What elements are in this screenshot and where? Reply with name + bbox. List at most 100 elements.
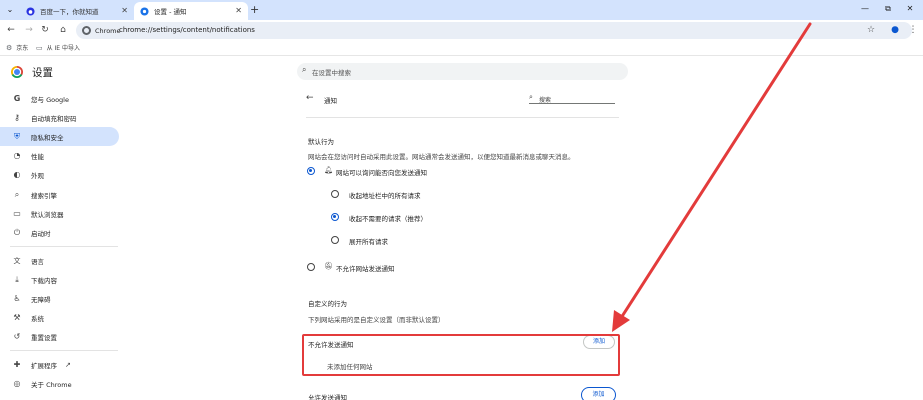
sidebar-divider	[10, 246, 118, 247]
reload-icon[interactable]: ↻	[39, 24, 51, 36]
block-notifications-radio[interactable]	[307, 263, 315, 271]
sidebar-item-label: 自动填充和密码	[31, 114, 77, 123]
subpage-title: 通知	[324, 97, 337, 105]
sidebar-item-label: 默认浏览器	[31, 210, 64, 219]
settings-gear-icon	[140, 6, 149, 16]
settings-sidebar: G 您与 Google ⚷ 自动填充和密码 ⛨ 隐私和安全 ◔ 性能 ◐ 外观 …	[0, 89, 123, 400]
custom-behavior-description: 下列网站采用的是自定义设置（而非默认设置）	[308, 316, 445, 324]
address-bar[interactable]: Chrome chrome://settings/content/notific…	[76, 22, 912, 39]
expand-all-requests-label: 展开所有请求	[349, 238, 388, 246]
tab-settings-notifications[interactable]: 设置 - 通知 ✕	[134, 2, 248, 20]
sidebar-item-downloads[interactable]: ⤓ 下载内容	[0, 270, 119, 289]
search-icon: ⌕	[14, 189, 20, 199]
sidebar-item-default-browser[interactable]: ▭ 默认浏览器	[0, 204, 119, 223]
default-behavior-heading: 默认行为	[308, 138, 334, 146]
sidebar-item-label: 隐私和安全	[31, 133, 64, 142]
sidebar-item-performance[interactable]: ◔ 性能	[0, 146, 119, 165]
settings-search-input[interactable]: ⌕ 在设置中搜索	[297, 63, 628, 80]
sidebar-item-privacy[interactable]: ⛨ 隐私和安全	[0, 127, 119, 146]
minimize-button[interactable]: —	[858, 2, 872, 16]
bell-off-icon: 🔕︎	[324, 262, 333, 270]
sidebar-item-languages[interactable]: 文 语言	[0, 251, 119, 270]
search-icon: ⌕	[529, 93, 533, 101]
collapse-all-requests-radio[interactable]	[331, 190, 339, 198]
bookmark-label: 从 IE 中导入	[46, 45, 81, 52]
search-placeholder: 在设置中搜索	[312, 69, 351, 77]
forward-icon[interactable]: →	[23, 24, 35, 36]
bookmarks-bar: ⚙ 京东 ▭ 从 IE 中导入	[0, 41, 923, 56]
expand-all-requests-radio[interactable]	[331, 236, 339, 244]
custom-behavior-heading: 自定义的行为	[308, 300, 347, 308]
tab-strip: ⌄ 百度一下，你就知道 ✕ 设置 - 通知 ✕ +	[0, 0, 923, 20]
page-title: 设置	[32, 67, 53, 79]
url-text[interactable]: chrome://settings/content/notifications	[119, 25, 255, 36]
sidebar-item-label: 下载内容	[31, 276, 57, 285]
default-behavior-description: 网站会在您访问时自动采用此设置。网站通常会发送通知，以便您知道最新消息或聊天消息…	[308, 153, 575, 161]
sidebar-item-label: 无障碍	[31, 295, 51, 304]
bookmark-star-icon[interactable]: ☆	[865, 24, 877, 36]
wrench-icon: ⚒	[13, 313, 21, 322]
back-arrow-icon[interactable]: ←	[306, 93, 314, 103]
sidebar-item-label: 您与 Google	[31, 95, 69, 104]
key-icon: ⚷	[14, 113, 20, 122]
maximize-button[interactable]: ⧉	[881, 2, 895, 16]
gear-icon: ⚙	[6, 43, 13, 52]
sidebar-item-system[interactable]: ⚒ 系统	[0, 308, 119, 327]
sidebar-item-label: 关于 Chrome	[31, 380, 72, 389]
sidebar-item-extensions[interactable]: ✚ 扩展程序 ↗	[0, 355, 119, 374]
sidebar-item-about-chrome[interactable]: ◎ 关于 Chrome	[0, 374, 119, 393]
bookmark-label: 京东	[16, 45, 29, 52]
notifications-search-input[interactable]: ⌕ 搜索	[529, 93, 615, 104]
speedometer-icon: ◔	[13, 151, 21, 160]
profile-avatar-icon[interactable]: ●	[889, 24, 901, 36]
tab-label: 百度一下，你就知道	[40, 8, 99, 16]
power-icon: ⏻	[13, 227, 21, 237]
chrome-logo-icon	[11, 66, 23, 78]
shield-icon: ⛨	[14, 131, 20, 141]
puzzle-icon: ✚	[13, 360, 21, 369]
tab-search-icon[interactable]: ⌄	[4, 4, 16, 16]
tab-label: 设置 - 通知	[154, 8, 187, 16]
sidebar-divider	[10, 350, 118, 351]
sidebar-item-autofill[interactable]: ⚷ 自动填充和密码	[0, 108, 119, 127]
close-window-button[interactable]: ✕	[903, 2, 917, 16]
sidebar-item-accessibility[interactable]: ♿ 无障碍	[0, 289, 119, 308]
sidebar-item-search-engine[interactable]: ⌕ 搜索引擎	[0, 185, 119, 204]
sidebar-item-label: 扩展程序	[31, 361, 57, 370]
tab-close-icon[interactable]: ✕	[235, 6, 242, 16]
sidebar-item-label: 语言	[31, 257, 44, 266]
google-icon: G	[13, 94, 21, 103]
baidu-favicon-icon	[26, 6, 35, 16]
bell-icon: 🔔︎	[324, 166, 333, 174]
collapse-unwanted-requests-radio[interactable]	[331, 213, 339, 221]
home-icon[interactable]: ⌂	[57, 24, 69, 36]
new-tab-button[interactable]: +	[250, 3, 259, 17]
sidebar-item-appearance[interactable]: ◐ 外观	[0, 165, 119, 184]
add-allowed-site-button[interactable]: 添加	[581, 387, 616, 400]
site-chip-label: Chrome	[95, 26, 121, 35]
bookmark-jd[interactable]: ⚙ 京东	[6, 43, 29, 53]
sidebar-item-you-and-google[interactable]: G 您与 Google	[0, 89, 119, 108]
download-icon: ⤓	[15, 274, 19, 284]
tab-baidu[interactable]: 百度一下，你就知道 ✕	[20, 2, 134, 20]
collapse-unwanted-requests-label: 收起不需要的请求（推荐）	[349, 215, 427, 223]
sidebar-item-label: 搜索引擎	[31, 191, 57, 200]
bookmark-import-ie[interactable]: ▭ 从 IE 中导入	[36, 43, 81, 53]
collapse-all-requests-label: 收起地址栏中的所有请求	[349, 192, 421, 200]
folder-icon: ▭	[36, 43, 43, 52]
allow-notifications-radio[interactable]	[307, 167, 315, 175]
browser-toolbar: ← → ↻ ⌂ Chrome chrome://settings/content…	[0, 20, 923, 41]
sidebar-item-on-startup[interactable]: ⏻ 启动时	[0, 223, 119, 242]
kebab-menu-icon[interactable]: ⋮	[907, 24, 919, 36]
chrome-icon	[82, 26, 91, 35]
sidebar-item-reset[interactable]: ↺ 重置设置	[0, 327, 119, 346]
sidebar-item-label: 重置设置	[31, 333, 57, 342]
back-icon[interactable]: ←	[5, 24, 17, 36]
accessibility-icon: ♿	[13, 294, 21, 303]
tab-close-icon[interactable]: ✕	[121, 6, 128, 16]
card-divider	[306, 117, 619, 118]
browser-window-icon: ▭	[13, 209, 21, 218]
reset-icon: ↺	[13, 332, 21, 341]
chrome-icon: ◎	[13, 379, 21, 388]
translate-icon: 文	[13, 256, 21, 265]
